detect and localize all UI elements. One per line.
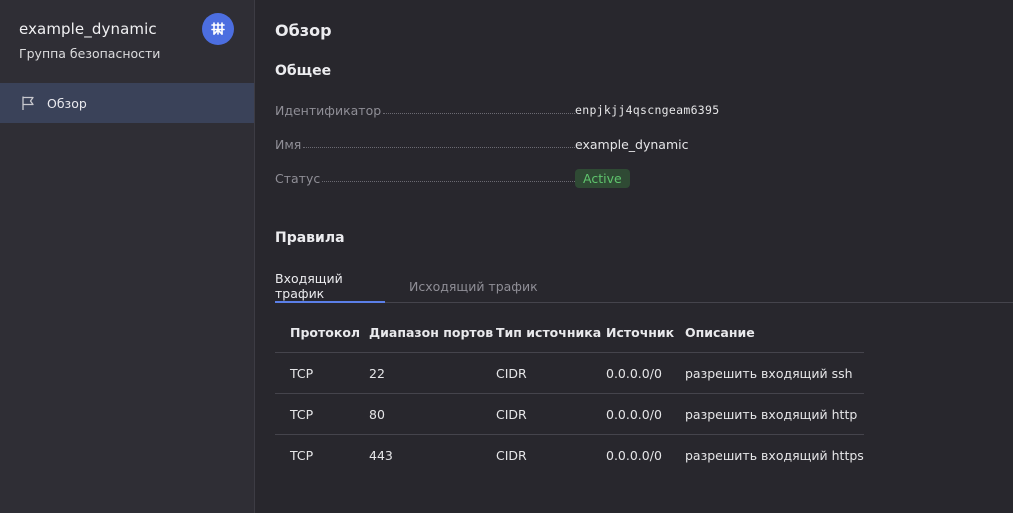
field-label: Имя <box>275 137 575 152</box>
cell-source-type: CIDR <box>496 407 527 422</box>
cell-source: 0.0.0.0/0 <box>606 448 662 463</box>
dotted-leader <box>383 112 575 114</box>
field-value-id[interactable]: enpjkjj4qscngeam6395 <box>575 103 719 117</box>
network-icon[interactable] <box>202 13 234 45</box>
column-header-port-range[interactable]: Диапазон портов <box>369 312 493 353</box>
dotted-leader <box>303 146 575 148</box>
table-header-row: Протокол Диапазон портов Тип источника И… <box>275 312 864 353</box>
resource-title: example_dynamic <box>19 20 157 38</box>
cell-port-range: 80 <box>369 407 385 422</box>
field-row-name: Имя example_dynamic <box>275 134 689 154</box>
resource-type: Группа безопасности <box>19 46 161 61</box>
table-row[interactable]: TCP 80 CIDR 0.0.0.0/0 разрешить входящий… <box>275 394 864 435</box>
cell-port-range: 22 <box>369 366 385 381</box>
sidebar-header: example_dynamic Группа безопасности <box>0 0 254 83</box>
column-header-source[interactable]: Источник <box>606 312 674 353</box>
cell-source-type: CIDR <box>496 448 527 463</box>
sidebar: example_dynamic Группа безопасности Обзо… <box>0 0 255 513</box>
field-label: Статус <box>275 171 575 186</box>
cell-source: 0.0.0.0/0 <box>606 366 662 381</box>
sidebar-item-label: Обзор <box>47 95 87 111</box>
field-row-status: Статус Active <box>275 168 630 188</box>
column-header-description[interactable]: Описание <box>685 312 755 353</box>
cell-protocol: TCP <box>290 448 314 463</box>
main-content: Обзор Общее Идентификатор enpjkjj4qscnge… <box>255 0 1013 513</box>
rules-table: Протокол Диапазон портов Тип источника И… <box>275 312 864 476</box>
field-label-text: Статус <box>275 170 321 186</box>
column-header-source-type[interactable]: Тип источника <box>496 312 601 353</box>
section-title-general: Общее <box>275 63 332 79</box>
tab-ingress[interactable]: Входящий трафик <box>275 270 385 303</box>
flag-icon <box>20 95 36 111</box>
tab-egress[interactable]: Исходящий трафик <box>409 270 538 302</box>
cell-description: разрешить входящий https <box>685 448 864 463</box>
table-row[interactable]: TCP 443 CIDR 0.0.0.0/0 разрешить входящи… <box>275 435 864 476</box>
field-label-text: Идентификатор <box>275 102 382 118</box>
cell-protocol: TCP <box>290 366 314 381</box>
field-label-text: Имя <box>275 136 302 152</box>
field-row-id: Идентификатор enpjkjj4qscngeam6395 <box>275 100 719 120</box>
cell-protocol: TCP <box>290 407 314 422</box>
cell-source-type: CIDR <box>496 366 527 381</box>
rules-tabs: Входящий трафик Исходящий трафик <box>275 270 1013 303</box>
cell-description: разрешить входящий ssh <box>685 366 853 381</box>
dotted-leader <box>322 180 575 182</box>
field-value-name[interactable]: example_dynamic <box>575 137 689 152</box>
column-header-protocol[interactable]: Протокол <box>290 312 360 353</box>
field-label: Идентификатор <box>275 103 575 118</box>
field-value-status: Active <box>575 168 630 188</box>
cell-port-range: 443 <box>369 448 393 463</box>
section-title-rules: Правила <box>275 230 345 246</box>
cell-source: 0.0.0.0/0 <box>606 407 662 422</box>
table-row[interactable]: TCP 22 CIDR 0.0.0.0/0 разрешить входящий… <box>275 353 864 394</box>
app-window: example_dynamic Группа безопасности Обзо… <box>0 0 1013 513</box>
cell-description: разрешить входящий http <box>685 407 858 422</box>
status-badge: Active <box>575 168 630 188</box>
page-title: Обзор <box>275 21 332 40</box>
sidebar-item-overview[interactable]: Обзор <box>0 83 254 123</box>
